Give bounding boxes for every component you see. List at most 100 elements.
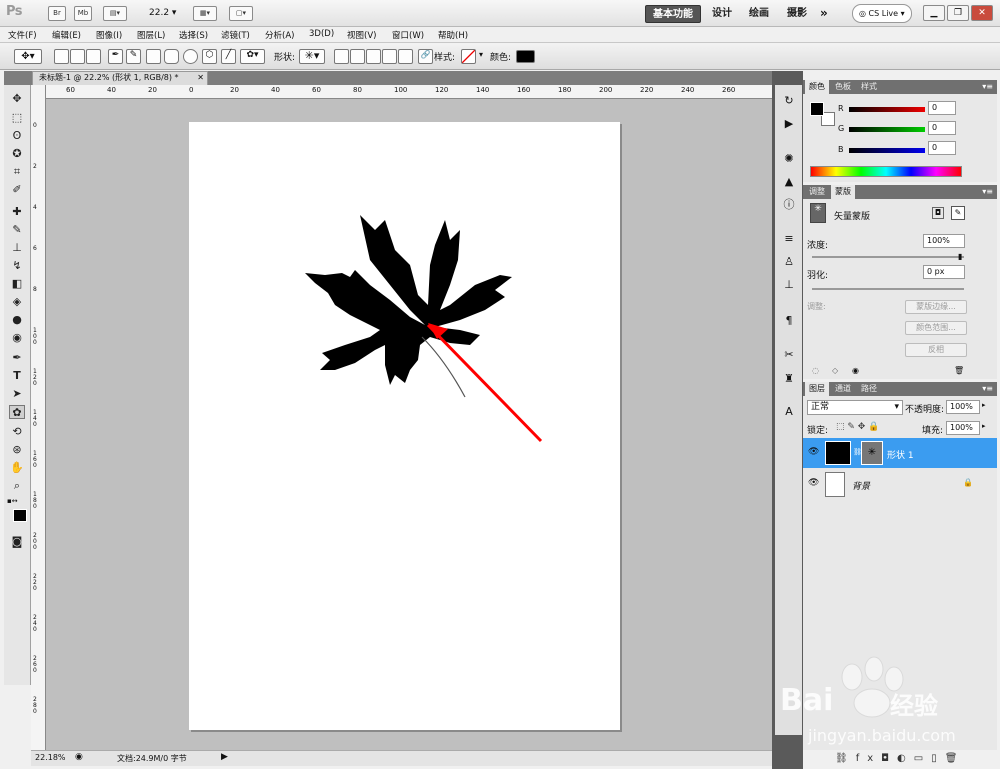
move-tool-icon[interactable]: ✥ [9,92,25,106]
default-colors-icon[interactable]: ▪↔ [7,497,18,505]
lasso-tool-icon[interactable]: ʘ [9,129,25,143]
fill-pixels-mode[interactable] [86,49,101,64]
cs-live-button[interactable]: ◎ CS Live ▾ [852,4,912,23]
screen-mode-button[interactable]: ▢▾ [229,6,253,21]
rectangle-shape-icon[interactable] [146,49,161,64]
invert-button[interactable]: 反相 [905,343,967,357]
mask-edge-button[interactable]: 蒙版边缘... [905,300,967,314]
type-tool-icon[interactable]: T [9,369,25,383]
marquee-tool-icon[interactable]: ⬚ [9,111,25,125]
pen-tool-icon[interactable]: ✒ [9,351,25,365]
tab-styles[interactable]: 样式 [857,80,881,94]
3d-panel-icon[interactable]: ✂ [782,348,796,362]
brush-tool-icon[interactable]: ✎ [9,223,25,237]
select-vector-mask-icon[interactable]: ✎ [951,206,965,220]
path-exclude-icon[interactable] [382,49,397,64]
clone-stamp-icon[interactable]: ⊥ [9,241,25,255]
visibility-mask-icon[interactable]: ◉ [852,366,859,375]
layer-visibility-eye-icon[interactable]: 👁 [808,478,819,488]
quick-selection-icon[interactable]: ✪ [9,147,25,161]
close-button[interactable]: ✕ [971,5,993,21]
tab-masks[interactable]: 蒙版 [831,185,855,199]
status-menu-icon[interactable]: ▶ [221,752,228,762]
tab-paths[interactable]: 路径 [857,382,881,396]
color-spectrum-ramp[interactable] [810,166,962,177]
panel-menu-icon[interactable]: ▾≡ [982,187,993,196]
actions-panel-icon[interactable]: ▶ [782,117,796,131]
clone-source-icon[interactable]: ♙ [782,255,796,269]
3d-rotate-icon[interactable]: ⟲ [9,425,25,439]
layer-row-background[interactable]: 👁 背景 🔒 [803,469,997,499]
tool-presets-icon[interactable]: ⊥ [782,278,796,292]
eyedropper-icon[interactable]: ✐ [9,183,25,197]
green-slider[interactable] [849,127,925,132]
path-new-icon[interactable] [398,49,413,64]
opacity-arrow-icon[interactable]: ▸ [982,401,986,409]
animation-panel-icon[interactable]: ♜ [782,372,796,386]
more-workspaces-icon[interactable]: » [820,6,828,20]
menu-select[interactable]: 选择(S) [179,29,208,41]
select-pixel-mask-icon[interactable]: ◘ [932,207,944,219]
foreground-color-box[interactable] [810,102,824,116]
menu-analysis[interactable]: 分析(A) [265,29,294,41]
eraser-icon[interactable]: ◧ [9,277,25,291]
feather-slider[interactable] [812,288,964,290]
line-icon[interactable]: ╱ [221,49,236,64]
menu-image[interactable]: 图像(I) [96,29,122,41]
style-picker[interactable] [461,49,476,64]
blue-value-input[interactable]: 0 [928,141,956,155]
tool-preset-picker[interactable]: ✥▾ [14,49,42,64]
tab-layers[interactable]: 图层 [805,382,829,396]
bridge-button[interactable]: Br [48,6,66,21]
blur-tool-icon[interactable]: ● [9,313,25,327]
green-value-input[interactable]: 0 [928,121,956,135]
history-brush-icon[interactable]: ↯ [9,259,25,273]
status-icon[interactable]: ◉ [75,752,83,762]
paths-mode[interactable] [70,49,85,64]
menu-help[interactable]: 帮助(H) [438,29,468,41]
restore-button[interactable]: ❐ [947,5,969,21]
panel-menu-icon[interactable]: ▾≡ [982,82,993,91]
brushes-panel-icon[interactable]: ≡ [782,232,796,246]
blue-slider[interactable] [849,148,925,153]
document-tab[interactable]: 未标题-1 @ 22.2% (形状 1, RGB/8) * ✕ [32,71,208,85]
custom-shape-tool-icon[interactable]: ✿ [9,405,25,419]
workspace-painting[interactable]: 绘画 [742,5,776,23]
info-panel-icon[interactable]: ⓘ [782,198,796,212]
polygon-icon[interactable]: ⬡ [202,49,217,64]
crop-tool-icon[interactable]: ⌗ [9,165,25,179]
path-selection-icon[interactable]: ➤ [9,387,25,401]
freeform-pen-icon[interactable]: ✎ [126,49,141,64]
density-input[interactable]: 100% [923,234,965,248]
delete-mask-icon[interactable]: 🗑 [954,366,964,375]
rounded-rectangle-icon[interactable] [164,49,179,64]
tab-color[interactable]: 颜色 [805,80,829,94]
quick-mask-icon[interactable]: ◙ [9,535,25,549]
menu-edit[interactable]: 编辑(E) [52,29,81,41]
view-extras-button[interactable]: ▤▾ [103,6,127,21]
zoom-level-select[interactable]: 22.2 ▾ [149,8,176,18]
lock-icons[interactable]: ⬚ ✎ ✥ 🔒 [836,422,879,432]
path-add-icon[interactable] [334,49,349,64]
tab-swatches[interactable]: 色板 [831,80,855,94]
ellipse-icon[interactable] [183,49,198,64]
workspace-essentials[interactable]: 基本功能 [645,5,701,23]
menu-layer[interactable]: 图层(L) [137,29,165,41]
close-tab-icon[interactable]: ✕ [197,72,204,84]
paint-bucket-icon[interactable]: ◈ [9,295,25,309]
zoom-tool-icon[interactable]: ⌕ [9,479,25,493]
zoom-percent[interactable]: 22.18% [35,753,66,762]
character-panel-icon[interactable]: A [782,405,796,419]
color-range-button[interactable]: 颜色范围... [905,321,967,335]
color-swatch[interactable] [516,50,535,63]
feather-input[interactable]: 0 px [923,265,965,279]
red-value-input[interactable]: 0 [928,101,956,115]
layer-visibility-eye-icon[interactable]: 👁 [808,447,819,457]
style-dropdown-icon[interactable]: ▾ [479,50,483,59]
opacity-input[interactable]: 100% [946,400,980,414]
pen-tool-icon[interactable]: ✒ [108,49,123,64]
path-subtract-icon[interactable] [350,49,365,64]
load-selection-icon[interactable]: ◌ [812,366,819,375]
history-panel-icon[interactable]: ↻ [782,94,796,108]
arrange-documents-button[interactable]: ▦▾ [193,6,217,21]
